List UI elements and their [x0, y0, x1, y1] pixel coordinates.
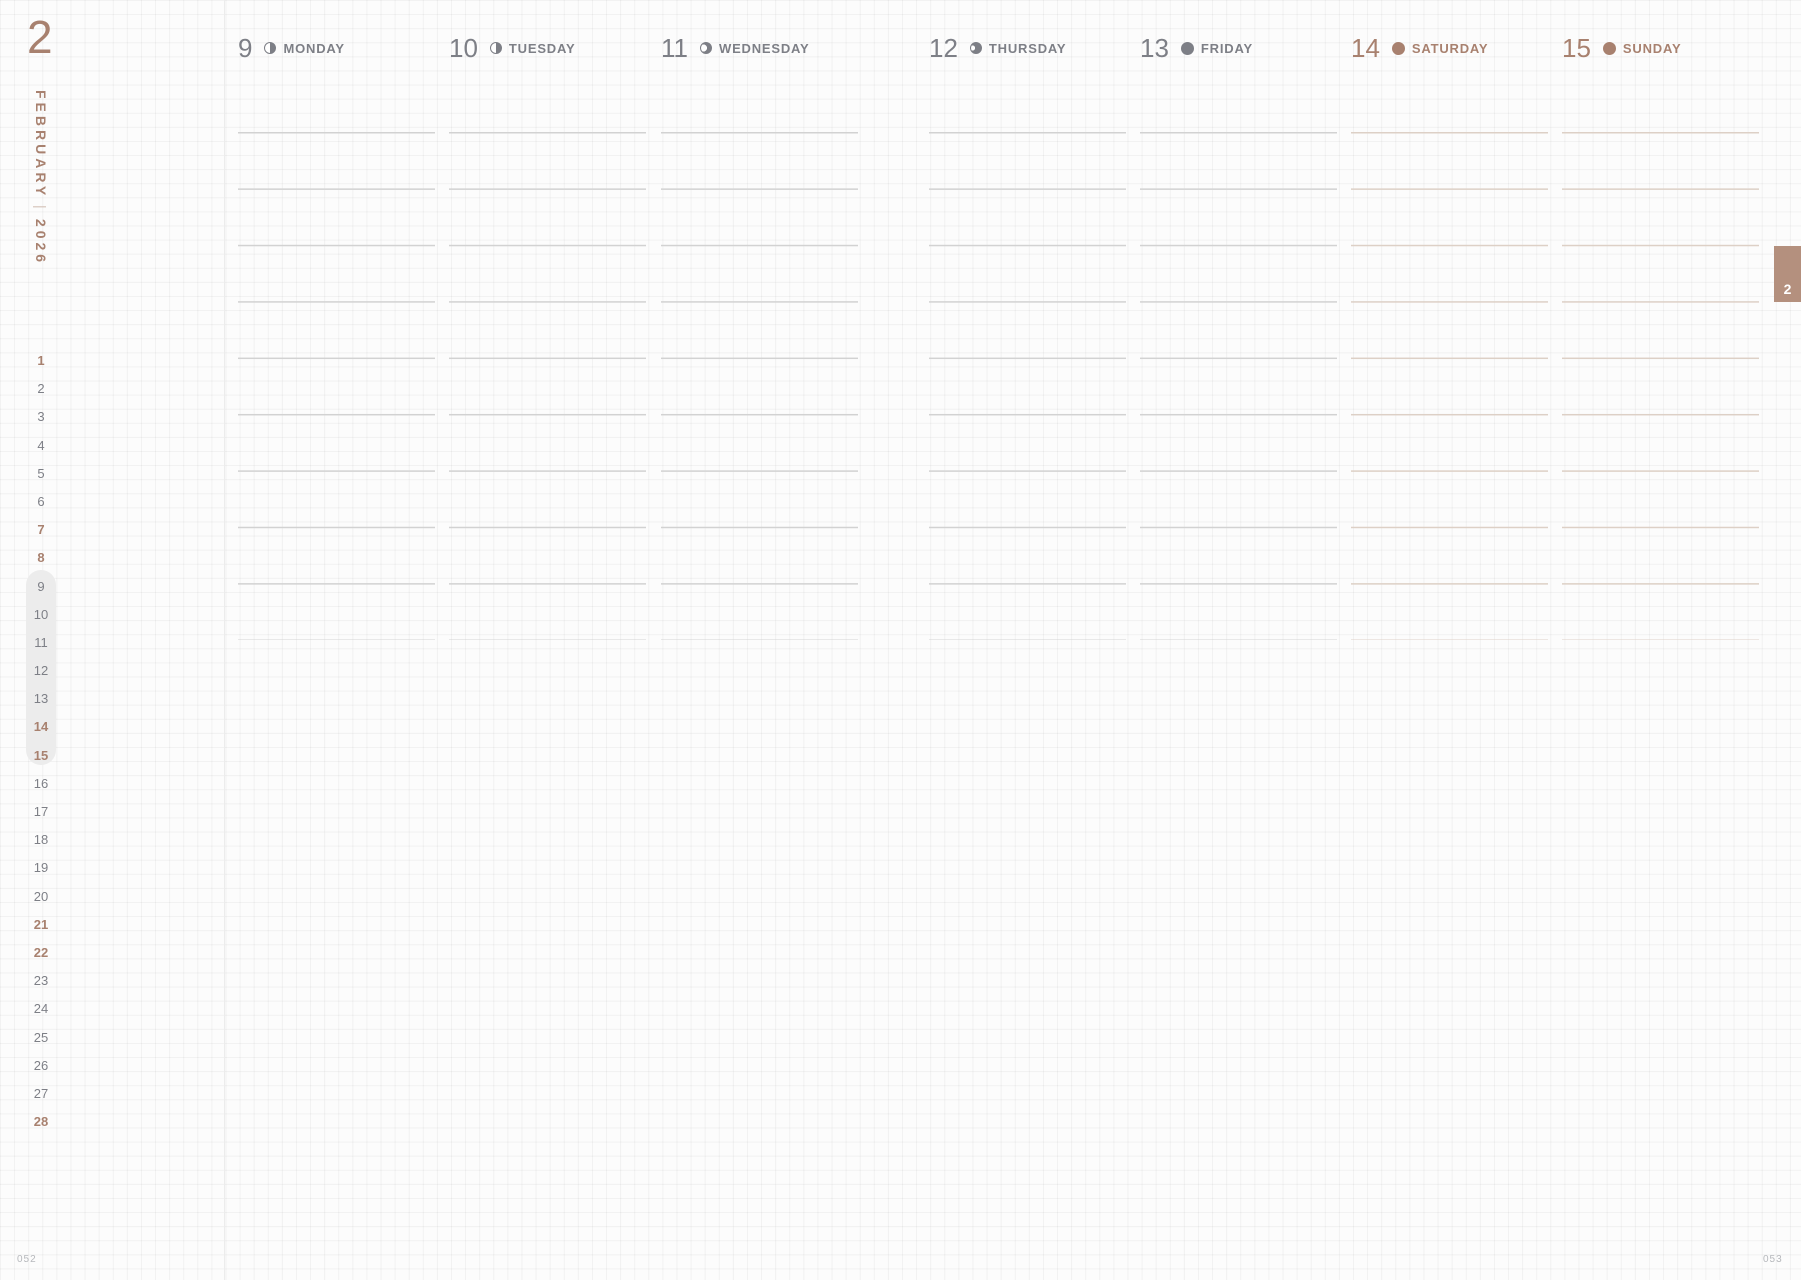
ruled-lines[interactable] — [661, 132, 858, 640]
ruled-lines[interactable] — [449, 132, 646, 640]
year: 2026 — [33, 218, 49, 267]
day-link-24[interactable]: 24 — [21, 995, 61, 1023]
day-name: MONDAY — [283, 40, 345, 56]
day-link-3[interactable]: 3 — [21, 403, 61, 431]
day-link-9[interactable]: 9 — [21, 573, 61, 601]
day-link-17[interactable]: 17 — [21, 798, 61, 826]
day-name: WEDNESDAY — [719, 40, 810, 56]
day-column-tuesday: 10 TUESDAY — [449, 0, 646, 660]
day-link-2[interactable]: 2 — [21, 375, 61, 403]
date-number: 12 — [929, 33, 958, 63]
day-link-21[interactable]: 21 — [21, 911, 61, 939]
day-link-1[interactable]: 1 — [21, 347, 61, 375]
page-number-left: 052 — [17, 1254, 37, 1265]
ruled-lines[interactable] — [1562, 132, 1759, 640]
waxing-gibbous-moon-icon — [969, 42, 982, 54]
day-link-18[interactable]: 18 — [21, 826, 61, 854]
day-link-7[interactable]: 7 — [21, 516, 61, 544]
day-link-5[interactable]: 5 — [21, 460, 61, 488]
day-link-4[interactable]: 4 — [21, 432, 61, 460]
day-link-22[interactable]: 22 — [21, 939, 61, 967]
day-header: 12 THURSDAY — [929, 32, 1066, 64]
day-column-sunday: 15 SUNDAY — [1562, 0, 1759, 660]
ruled-lines[interactable] — [1140, 132, 1337, 640]
day-link-14[interactable]: 14 — [21, 713, 61, 741]
month-name: FEBRUARY — [33, 90, 49, 200]
month-tab[interactable]: 2 — [1774, 246, 1801, 302]
day-link-11[interactable]: 11 — [21, 629, 61, 657]
day-name: SUNDAY — [1622, 40, 1682, 56]
date-number: 13 — [1140, 33, 1169, 63]
date-number: 14 — [1351, 33, 1380, 63]
day-link-26[interactable]: 26 — [21, 1052, 61, 1080]
day-link-13[interactable]: 13 — [21, 685, 61, 713]
ruled-lines[interactable] — [238, 132, 435, 640]
day-header: 14 SATURDAY — [1351, 32, 1488, 64]
day-header: 13 FRIDAY — [1140, 32, 1253, 64]
day-name: TUESDAY — [508, 40, 576, 56]
day-name: THURSDAY — [988, 40, 1067, 56]
day-link-27[interactable]: 27 — [21, 1080, 61, 1108]
month-year-label: FEBRUARY | 2026 — [33, 90, 49, 266]
day-link-20[interactable]: 20 — [21, 883, 61, 911]
day-index: 1 2 3 4 5 6 7 8 9 10 11 12 13 14 15 16 1… — [21, 347, 61, 1136]
day-link-19[interactable]: 19 — [21, 854, 61, 882]
day-header: 11 WEDNESDAY — [661, 32, 810, 64]
page-number-right: 053 — [1763, 1254, 1783, 1265]
day-link-23[interactable]: 23 — [21, 967, 61, 995]
day-link-16[interactable]: 16 — [21, 770, 61, 798]
day-link-28[interactable]: 28 — [21, 1108, 61, 1136]
separator: | — [33, 205, 49, 213]
ruled-lines[interactable] — [929, 132, 1126, 640]
date-number: 10 — [449, 33, 478, 63]
day-column-wednesday: 11 WEDNESDAY — [661, 0, 858, 660]
day-name: FRIDAY — [1200, 40, 1253, 56]
day-header: 15 SUNDAY — [1562, 32, 1681, 64]
day-column-saturday: 14 SATURDAY — [1351, 0, 1548, 660]
day-header: 9 MONDAY — [238, 32, 345, 64]
day-link-15[interactable]: 15 — [21, 742, 61, 770]
day-link-10[interactable]: 10 — [21, 601, 61, 629]
waxing-gibbous-moon-icon — [700, 42, 712, 54]
first-quarter-moon-icon — [489, 42, 502, 54]
day-link-12[interactable]: 12 — [21, 657, 61, 685]
full-moon-icon — [1180, 41, 1194, 55]
first-quarter-moon-icon — [264, 42, 277, 54]
day-name: SATURDAY — [1411, 40, 1489, 56]
day-header: 10 TUESDAY — [449, 32, 575, 64]
date-number: 11 — [661, 33, 688, 63]
date-number: 9 — [238, 33, 253, 63]
sidebar: 2 FEBRUARY|2026 1 2 3 4 5 6 7 8 9 10 11 … — [0, 0, 225, 1280]
full-moon-icon — [1602, 41, 1616, 55]
day-link-25[interactable]: 25 — [21, 1024, 61, 1052]
month-number: 2 — [27, 11, 53, 63]
ruled-lines[interactable] — [1351, 132, 1548, 640]
day-link-6[interactable]: 6 — [21, 488, 61, 516]
date-number: 15 — [1562, 33, 1591, 63]
day-link-8[interactable]: 8 — [21, 544, 61, 572]
day-column-friday: 13 FRIDAY — [1140, 0, 1337, 660]
day-column-monday: 9 MONDAY — [238, 0, 435, 660]
full-moon-icon — [1391, 41, 1405, 55]
day-column-thursday: 12 THURSDAY — [929, 0, 1126, 660]
